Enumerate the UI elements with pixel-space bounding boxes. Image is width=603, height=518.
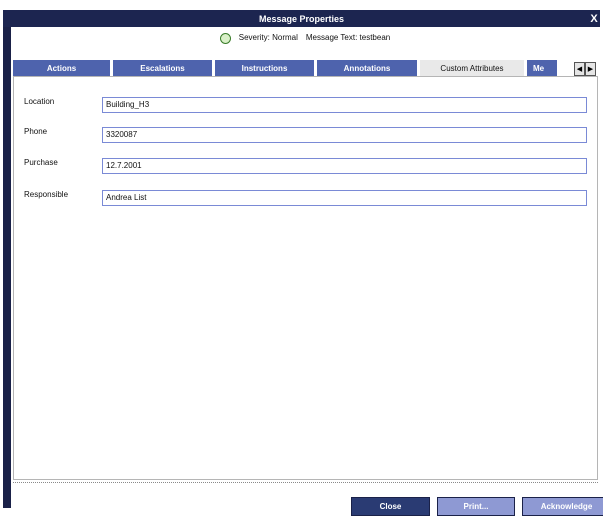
- dialog-buttons: Close Print... Acknowledge: [351, 497, 603, 516]
- attribute-row-responsible: Responsible Andrea List: [24, 190, 587, 206]
- tab-more[interactable]: Me: [527, 60, 557, 76]
- tab-instructions[interactable]: Instructions: [215, 60, 314, 76]
- purchase-label: Purchase: [24, 158, 58, 167]
- tab-bar: Actions Escalations Instructions Annotat…: [13, 60, 599, 76]
- close-button[interactable]: Close: [351, 497, 430, 516]
- tab-custom-attributes[interactable]: Custom Attributes: [420, 60, 524, 76]
- acknowledge-button[interactable]: Acknowledge: [522, 497, 603, 516]
- tab-annotations[interactable]: Annotations: [317, 60, 417, 76]
- custom-attributes-panel: Location Building_H3 Phone 3320087 Purch…: [13, 76, 598, 480]
- title-bar: Message Properties X: [3, 10, 600, 27]
- purchase-field[interactable]: 12.7.2001: [102, 158, 587, 174]
- arrow-right-icon[interactable]: ▶: [585, 62, 596, 76]
- phone-field[interactable]: 3320087: [102, 127, 587, 143]
- phone-label: Phone: [24, 127, 48, 136]
- footer-divider: [13, 482, 598, 484]
- location-field[interactable]: Building_H3: [102, 97, 587, 113]
- arrow-left-icon[interactable]: ◀: [574, 62, 585, 76]
- attribute-row-purchase: Purchase 12.7.2001: [24, 158, 587, 174]
- severity-label: Severity: Normal: [238, 32, 298, 42]
- window-title: Message Properties: [258, 13, 345, 24]
- lightbulb-icon: [219, 32, 231, 44]
- message-text: Message Text: testbean: [305, 32, 391, 42]
- responsible-field[interactable]: Andrea List: [102, 190, 587, 206]
- location-label: Location: [24, 97, 55, 106]
- message-info: Severity: Normal Message Text: testbean: [12, 29, 598, 45]
- responsible-label: Responsible: [24, 190, 69, 199]
- tab-escalations[interactable]: Escalations: [113, 60, 212, 76]
- print-button[interactable]: Print...: [437, 497, 515, 516]
- attribute-row-phone: Phone 3320087: [24, 127, 587, 143]
- tab-scroll-arrows: ◀ ▶: [574, 62, 596, 76]
- close-icon[interactable]: X: [588, 10, 600, 27]
- message-properties-window: Message Properties X Severity: Normal Me…: [0, 0, 603, 518]
- tab-actions[interactable]: Actions: [13, 60, 110, 76]
- attribute-row-location: Location Building_H3: [24, 97, 587, 113]
- window-left-border: [3, 10, 11, 508]
